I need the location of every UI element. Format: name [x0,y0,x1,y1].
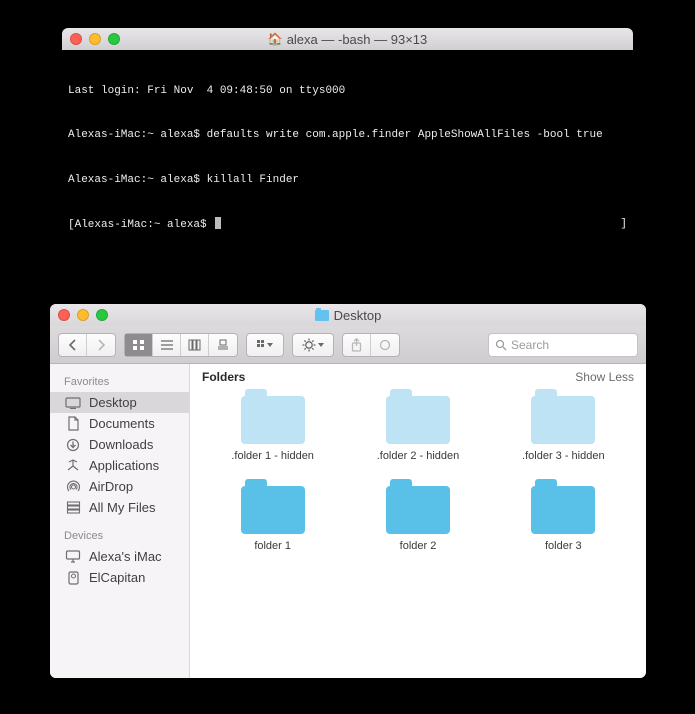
forward-button[interactable] [87,334,115,356]
folder-icon [531,486,595,534]
finder-title-text: Desktop [334,308,382,323]
terminal-prompt: [Alexas-iMac:~ alexa$ [68,219,207,231]
sidebar-item-documents[interactable]: Documents [50,413,189,434]
applications-icon [64,459,82,473]
sidebar-section-favorites: Favorites [50,372,189,392]
folder-item[interactable]: .folder 1 - hidden [200,396,345,462]
sidebar-item-label: Documents [89,416,155,431]
folder-label: .folder 3 - hidden [522,450,605,462]
folder-grid: .folder 1 - hidden .folder 2 - hidden .f… [190,390,646,566]
folder-label: folder 1 [254,540,291,552]
sidebar-item-imac[interactable]: Alexa's iMac [50,546,189,567]
finder-titlebar[interactable]: Desktop [50,304,646,326]
finder-title: Desktop [50,308,646,323]
icon-view-button[interactable] [125,334,153,356]
column-view-button[interactable] [181,334,209,356]
folder-item[interactable]: folder 2 [345,486,490,552]
terminal-body[interactable]: Last login: Fri Nov 4 09:48:50 on ttys00… [62,50,633,266]
terminal-line: Last login: Fri Nov 4 09:48:50 on ttys00… [68,84,627,99]
folder-item[interactable]: .folder 3 - hidden [491,396,636,462]
sidebar-item-downloads[interactable]: Downloads [50,434,189,455]
view-group [124,333,238,357]
folder-label: .folder 2 - hidden [377,450,460,462]
share-group [342,333,400,357]
sidebar-item-label: All My Files [89,500,155,515]
desktop-icon [64,397,82,409]
sidebar-item-label: Desktop [89,395,137,410]
documents-icon [64,416,82,431]
imac-icon [64,550,82,563]
folder-icon [531,396,595,444]
share-button[interactable] [343,334,371,356]
coverflow-view-button[interactable] [209,334,237,356]
folder-label: folder 3 [545,540,582,552]
sidebar-item-allmyfiles[interactable]: All My Files [50,497,189,518]
finder-toolbar: Search [50,326,646,364]
sidebar-item-label: Downloads [89,437,153,452]
sidebar-item-label: Alexa's iMac [89,549,162,564]
sidebar-item-label: Applications [89,458,159,473]
show-less-button[interactable]: Show Less [575,370,634,384]
sidebar-item-applications[interactable]: Applications [50,455,189,476]
terminal-cursor [215,217,221,229]
nav-group [58,333,116,357]
search-placeholder: Search [511,338,549,352]
sidebar-item-label: AirDrop [89,479,133,494]
terminal-title-text: alexa — -bash — 93×13 [287,32,428,47]
disk-icon [64,571,82,585]
folder-icon [315,310,329,321]
arrange-group [246,333,284,357]
sidebar: Favorites Desktop Documents Downloads Ap… [50,364,190,678]
section-title: Folders [202,370,245,384]
terminal-bracket: ] [620,217,627,232]
home-icon: 🏠 [268,32,283,46]
terminal-title: 🏠 alexa — -bash — 93×13 [62,32,633,47]
finder-body: Favorites Desktop Documents Downloads Ap… [50,364,646,678]
folder-item[interactable]: .folder 2 - hidden [345,396,490,462]
action-button[interactable] [293,334,333,356]
sidebar-item-label: ElCapitan [89,570,145,585]
folder-icon [386,396,450,444]
downloads-icon [64,438,82,452]
tags-button[interactable] [371,334,399,356]
airdrop-icon [64,480,82,494]
folder-item[interactable]: folder 3 [491,486,636,552]
action-group [292,333,334,357]
folder-icon [241,396,305,444]
terminal-line: Alexas-iMac:~ alexa$ defaults write com.… [68,128,627,143]
terminal-titlebar[interactable]: 🏠 alexa — -bash — 93×13 [62,28,633,50]
section-header: Folders Show Less [190,364,646,390]
terminal-window: 🏠 alexa — -bash — 93×13 Last login: Fri … [62,28,633,266]
folder-label: folder 2 [400,540,437,552]
search-field[interactable]: Search [488,333,638,357]
back-button[interactable] [59,334,87,356]
folder-icon [241,486,305,534]
folder-item[interactable]: folder 1 [200,486,345,552]
finder-window: Desktop [50,304,646,678]
sidebar-item-desktop[interactable]: Desktop [50,392,189,413]
sidebar-item-elcapitan[interactable]: ElCapitan [50,567,189,588]
allmyfiles-icon [64,501,82,514]
content-area[interactable]: Folders Show Less .folder 1 - hidden .fo… [190,364,646,678]
sidebar-item-airdrop[interactable]: AirDrop [50,476,189,497]
terminal-line: Alexas-iMac:~ alexa$ killall Finder [68,173,627,188]
search-icon [495,339,507,351]
folder-icon [386,486,450,534]
arrange-button[interactable] [247,334,283,356]
list-view-button[interactable] [153,334,181,356]
folder-label: .folder 1 - hidden [231,450,314,462]
sidebar-section-devices: Devices [50,526,189,546]
terminal-prompt-line: [Alexas-iMac:~ alexa$ ] [68,217,627,233]
